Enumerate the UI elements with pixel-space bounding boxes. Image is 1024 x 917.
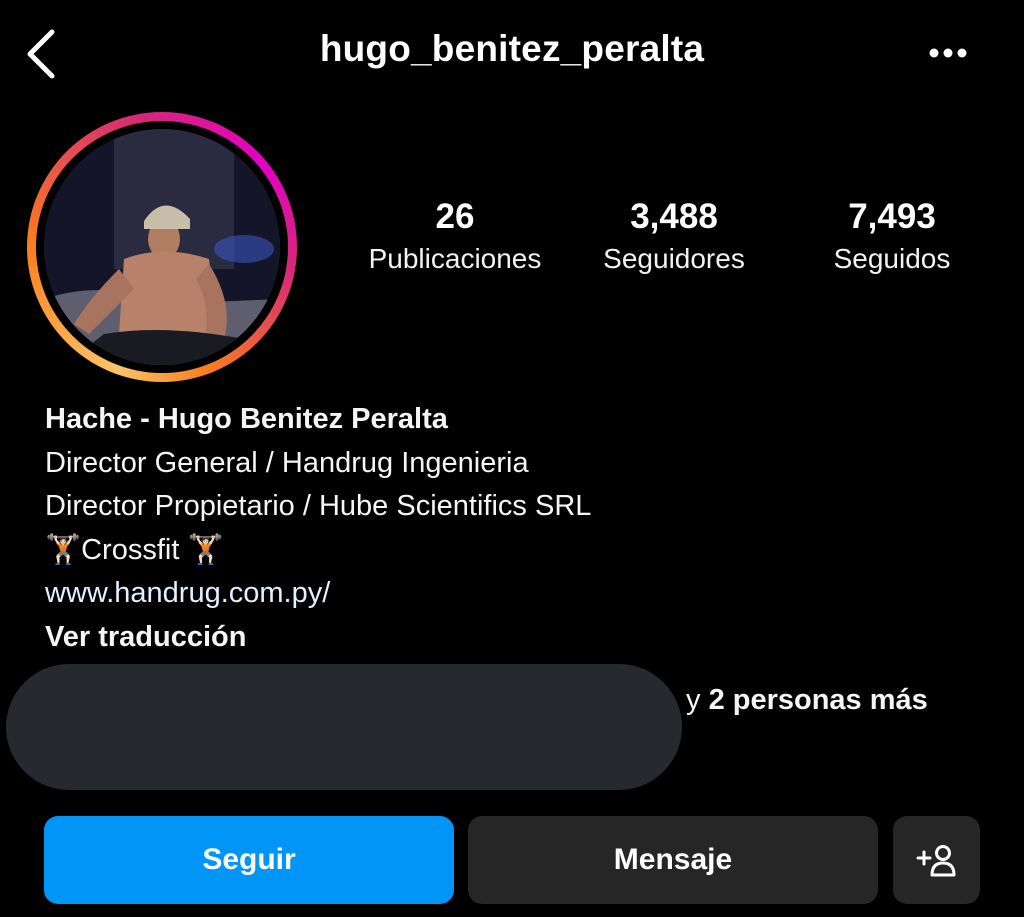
- stat-followers[interactable]: 3,488 Seguidores: [564, 195, 784, 279]
- stat-posts[interactable]: 26 Publicaciones: [345, 195, 565, 279]
- following-count: 7,493: [848, 197, 936, 236]
- bio: Hache - Hugo Benitez Peralta Director Ge…: [45, 398, 1004, 659]
- display-name: Hache - Hugo Benitez Peralta: [45, 403, 448, 435]
- weightlifter-emoji: 🏋🏻: [187, 533, 224, 566]
- bio-website-link[interactable]: www.handrug.com.py/: [45, 572, 1004, 616]
- message-button[interactable]: Mensaje: [468, 816, 878, 904]
- follow-button[interactable]: Seguir: [44, 816, 454, 904]
- add-person-icon: [916, 845, 955, 877]
- posts-label: Publicaciones: [368, 243, 542, 274]
- followers-label: Seguidores: [603, 243, 745, 274]
- avatar-photo: [44, 129, 280, 365]
- weightlifter-emoji: 🏋🏻: [45, 533, 82, 566]
- translate-button[interactable]: Ver traducción: [45, 616, 1004, 660]
- followed-by-text[interactable]: y 2 personas más: [686, 684, 928, 717]
- followed-by-prefix: y: [686, 684, 701, 716]
- avatar[interactable]: [44, 129, 280, 365]
- followers-count: 3,488: [630, 197, 718, 236]
- bio-crossfit-text: Crossfit: [81, 533, 180, 566]
- story-ring[interactable]: [27, 112, 297, 382]
- profile-username: hugo_benitez_peralta: [319, 28, 705, 69]
- posts-count: 26: [435, 197, 475, 236]
- bio-line-2: Director Propietario / Hube Scientifics …: [45, 490, 592, 522]
- followed-by-count: 2 personas más: [708, 684, 928, 716]
- message-button-label: Mensaje: [613, 843, 733, 876]
- bio-line-3: 🏋🏻Crossfit 🏋🏻: [45, 529, 1004, 573]
- follow-button-label: Seguir: [202, 843, 296, 876]
- bio-line-1: Director General / Handrug Ingenieria: [45, 446, 529, 479]
- followed-by-redacted: [6, 664, 682, 790]
- suggested-accounts-button[interactable]: [893, 816, 980, 904]
- following-label: Seguidos: [833, 243, 951, 274]
- more-horizontal-icon[interactable]: [924, 40, 972, 66]
- stat-following[interactable]: 7,493 Seguidos: [782, 195, 1002, 279]
